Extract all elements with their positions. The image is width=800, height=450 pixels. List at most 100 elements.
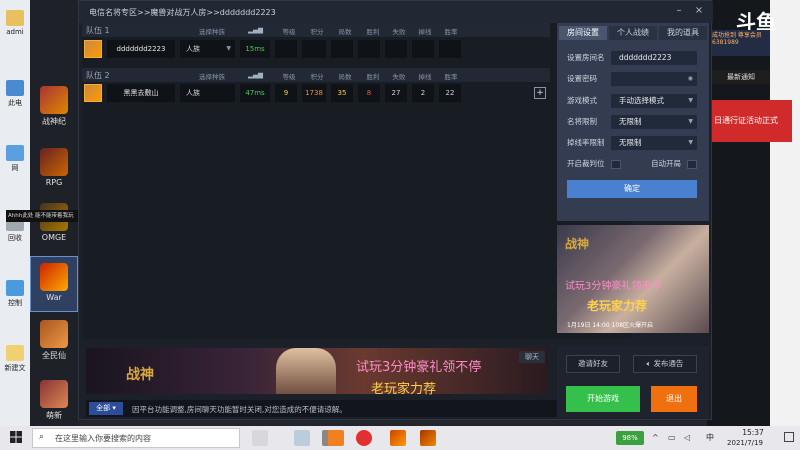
chat-bar: 全部 ▾ 因平台功能调整,房间聊天功能暂时关闭,对您造成的不便请谅解。 发送 (86, 400, 626, 417)
column-race: 选择种族 (199, 28, 225, 36)
winrate-cell (439, 40, 461, 58)
clock-time[interactable]: 15:37 (735, 428, 771, 437)
wins-cell: 8 (358, 84, 380, 102)
column-wins: 胜利 (366, 73, 380, 81)
promo-card[interactable]: 成功抢到 尊享会员 6381989 (712, 30, 770, 56)
desktop-icon-admin[interactable]: admi (0, 10, 30, 36)
taskbar-app-icon[interactable] (390, 430, 406, 446)
chevron-down-icon: ▼ (688, 139, 693, 146)
drop-limit-value: 无限制 (619, 138, 642, 147)
mode-label: 游戏模式 (567, 96, 597, 105)
autostart-label: 自动开局 (651, 159, 681, 168)
ad-subline: 老玩家力荐 (371, 382, 437, 397)
app-icon-zhanshen[interactable]: 战神纪 (30, 86, 78, 127)
race-select[interactable]: 人族 ▼ (180, 40, 235, 58)
chat-banner-ad[interactable]: 战神 试玩3分钟豪礼领不停 老玩家力荐 (86, 348, 548, 397)
app-icon-war[interactable]: War (30, 256, 78, 312)
ad-date: 1月19日 14:00 108区火爆开启 (567, 322, 654, 329)
drop-limit-select[interactable]: 无限制 ▼ (611, 136, 697, 150)
score-cell (302, 40, 326, 58)
app-icon-label: OMGE (41, 233, 67, 242)
windows-start-icon[interactable] (10, 431, 22, 443)
taskbar-app-icon[interactable] (294, 430, 310, 446)
tab-personal-record[interactable]: 个人战绩 (609, 26, 657, 40)
mode-select[interactable]: 手动选择模式 ▼ (611, 94, 697, 108)
chevron-down-icon: ▼ (226, 45, 231, 52)
desktop-right-white (770, 0, 800, 426)
signal-icon: ▂▄▆ (248, 71, 263, 79)
minimize-icon[interactable]: – (673, 5, 685, 17)
title-bar[interactable]: 电信名将专区>>魔兽对战万人房>>ddddddd2223 – × (79, 1, 713, 23)
room-name-input[interactable]: ddddddd2223 (611, 51, 697, 65)
column-drops: 掉线 (418, 73, 432, 81)
ime-indicator[interactable]: 中 (706, 432, 714, 443)
start-game-button[interactable]: 开始游戏 (566, 386, 640, 412)
exit-button[interactable]: 退出 (651, 386, 697, 412)
column-games: 局数 (338, 28, 352, 36)
clock-date[interactable]: 2021/7/19 (720, 439, 770, 447)
team-1-player-row[interactable]: ddddddd2223 人族 ▼ 15ms (82, 39, 550, 59)
tab-room-settings[interactable]: 房间设置 (559, 26, 607, 40)
broadcast-button[interactable]: 🔈︎ 发布通告 (633, 355, 697, 373)
ad-headline: 试玩3分钟豪礼领不停 (356, 360, 482, 375)
event-banner[interactable]: 日通行证活动正式 (712, 100, 792, 142)
score-cell: 1738 (302, 84, 326, 102)
tab-my-items[interactable]: 我的道具 (659, 26, 707, 40)
taskbar-app-icon[interactable] (356, 430, 372, 446)
invite-friend-button[interactable]: 邀请好友 (566, 355, 620, 373)
desktop-icon-this-pc[interactable]: 此电 (0, 80, 30, 108)
latest-notice[interactable]: 最新通知 (712, 70, 770, 84)
column-games: 局数 (338, 73, 352, 81)
race-display: 人族 (180, 84, 235, 102)
winrate-cell: 22 (439, 84, 461, 102)
battery-indicator[interactable]: 98% (616, 431, 644, 445)
taskbar-app-icon[interactable] (420, 430, 436, 446)
app-icon-mengxin[interactable]: 萌新 (30, 380, 78, 421)
autostart-checkbox[interactable] (687, 160, 697, 169)
volume-icon[interactable]: ◁ (684, 433, 690, 442)
network-icon[interactable]: ▭ (668, 433, 676, 442)
taskbar-search-input[interactable]: ⌕ 在这里输入你要搜索的内容 (32, 428, 240, 448)
column-score: 积分 (310, 73, 324, 81)
desktop-icon-new-file[interactable]: 新建文 (0, 345, 30, 373)
app-icon-label: 萌新 (46, 411, 62, 420)
confirm-button[interactable]: 确定 (567, 180, 697, 198)
avatar (84, 84, 102, 102)
referee-checkbox[interactable] (611, 160, 621, 169)
app-icon-rpg[interactable]: RPG (30, 148, 78, 187)
settings-panel: 房间设置 个人战绩 我的道具 设置房间名 ddddddd2223 设置密码 ◉ … (557, 23, 709, 221)
app-icon-quanmin[interactable]: 全民仙 (30, 320, 78, 361)
drop-limit-label: 掉线率限制 (567, 138, 605, 147)
team-1-header: 队伍 1 选择种族 ▂▄▆ 等级 积分 局数 胜利 失败 掉线 胜率 (82, 23, 550, 37)
losses-cell (385, 40, 407, 58)
referee-label: 开启裁判位 (567, 159, 605, 168)
level-cell: 9 (275, 84, 297, 102)
close-icon[interactable]: × (693, 5, 705, 17)
taskbar-app-icon[interactable] (328, 430, 344, 446)
notification-icon[interactable] (784, 432, 794, 442)
task-view-icon[interactable] (252, 430, 268, 446)
search-icon: ⌕ (39, 432, 45, 442)
fame-limit-select[interactable]: 无限制 ▼ (611, 115, 697, 129)
tray-up-icon[interactable]: ^ (652, 433, 659, 442)
add-slot-button[interactable]: + (534, 87, 546, 99)
level-cell (275, 40, 297, 58)
window-title: 电信名将专区>>魔兽对战万人房>>ddddddd2223 (89, 8, 276, 17)
desktop-icon-label: 网 (11, 164, 19, 172)
column-winrate: 胜率 (444, 73, 458, 81)
desktop-icon-control-panel[interactable]: 控制 (0, 280, 30, 308)
password-input[interactable]: ◉ (611, 72, 697, 86)
drops-cell (412, 40, 434, 58)
chat-system-message: 因平台功能调整,房间聊天功能暂时关闭,对您造成的不便请谅解。 (132, 405, 347, 414)
chat-channel-select[interactable]: 全部 ▾ (89, 402, 123, 415)
chat-tab[interactable]: 聊天 (519, 351, 545, 363)
column-losses: 失败 (392, 73, 406, 81)
eye-icon[interactable]: ◉ (688, 72, 693, 86)
desktop-icon-network[interactable]: 网 (0, 145, 30, 173)
column-score: 积分 (310, 28, 324, 36)
app-icon-omg[interactable]: OMGE (30, 203, 78, 242)
column-level: 等级 (282, 73, 296, 81)
player-name: 黑黑去敷山 (107, 84, 175, 102)
team-2-player-row[interactable]: 黑黑去敷山 人族 47ms 9 1738 35 8 27 2 22 + (82, 83, 550, 103)
side-ad[interactable]: 战神 试玩3分钟豪礼领不停 老玩家力荐 1月19日 14:00 108区火爆开启 (557, 225, 709, 333)
